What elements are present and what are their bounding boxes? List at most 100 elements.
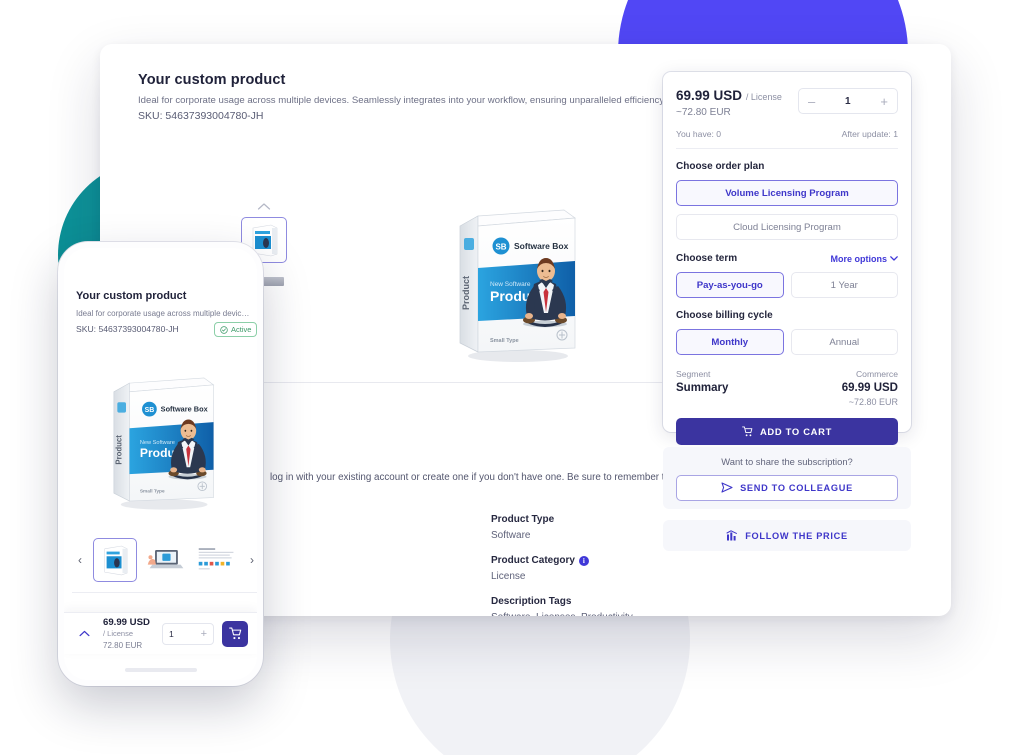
term-option-1year[interactable]: 1 Year	[790, 272, 898, 298]
follow-the-price-label: FOLLOW THE PRICE	[745, 530, 848, 541]
spec-value: Software, Licenses, Productivity	[491, 612, 731, 616]
segment-row: Segment Commerce	[676, 369, 898, 379]
phone-product-description: Ideal for corporate usage across multipl…	[76, 309, 251, 318]
product-sku: SKU: 54637393004780-JH	[138, 110, 264, 122]
svg-text:New Software: New Software	[140, 440, 175, 446]
phone-quantity-value[interactable]: 1	[169, 629, 174, 639]
software-box-illustration: Product SB Software Box New Software Pro…	[113, 377, 215, 510]
carousel-prev-button[interactable]: ‹	[72, 553, 88, 567]
svg-text:Product: Product	[115, 435, 124, 465]
order-plan-heading: Choose order plan	[676, 161, 765, 172]
phone-price-value: 69.99 USD	[103, 617, 150, 628]
more-options-label: More options	[830, 253, 888, 264]
billing-option-monthly[interactable]: Monthly	[676, 329, 784, 355]
phone-price: 69.99 USD / License	[103, 617, 154, 639]
svg-text:Software Box: Software Box	[514, 241, 569, 251]
spec-label-text: Description Tags	[491, 596, 572, 607]
chevron-up-icon	[79, 630, 89, 637]
billing-cycle-heading: Choose billing cycle	[676, 310, 773, 321]
segment-label: Segment	[676, 369, 711, 379]
send-to-colleague-label: SEND TO COLLEAGUE	[740, 482, 853, 493]
spec-row-product-category: Product Category i License	[491, 555, 731, 582]
chevron-down-icon	[890, 256, 898, 261]
phone-home-indicator	[124, 668, 197, 672]
phone-divider	[72, 592, 257, 593]
spec-row-description-tags: Description Tags Software, Licenses, Pro…	[491, 596, 731, 616]
more-options-button[interactable]: More options	[831, 254, 899, 264]
phone-price-unit: / License	[103, 629, 134, 638]
document-thumb-icon	[198, 548, 234, 570]
svg-text:Small Type: Small Type	[490, 338, 519, 344]
phone-quantity-increment-button[interactable]: +	[201, 628, 207, 640]
page-title: Your custom product	[138, 72, 286, 88]
summary-label: Summary	[676, 382, 729, 394]
svg-text:Product: Product	[461, 276, 471, 310]
phone-product-hero-image: Product SB Software Box New Software Pro…	[100, 360, 230, 525]
after-update-label: After update: 1	[841, 129, 898, 139]
summary-eur: ~72.80 EUR	[848, 397, 898, 407]
cart-icon	[228, 627, 241, 640]
collapse-chevron-up-icon[interactable]	[73, 623, 95, 645]
term-options: Pay-as-you-go 1 Year	[676, 272, 898, 298]
spec-label-text: Product Type	[491, 514, 555, 525]
follow-the-price-button[interactable]: FOLLOW THE PRICE	[663, 520, 911, 551]
carousel-next-button[interactable]: ›	[244, 553, 257, 567]
phone-price-eur: 72.80 EUR	[103, 641, 143, 650]
cart-icon	[742, 426, 753, 437]
billing-cycle-options: Monthly Annual	[676, 329, 898, 355]
check-circle-icon	[220, 325, 228, 334]
svg-text:SB: SB	[145, 407, 155, 414]
quantity-increment-button[interactable]: +	[880, 95, 888, 108]
order-plan-option-volume[interactable]: Volume Licensing Program	[676, 180, 898, 206]
spec-label-text: Product Category	[491, 555, 575, 566]
info-icon[interactable]: i	[578, 555, 589, 566]
phone-product-sku: SKU: 54637393004780-JH	[76, 324, 179, 334]
unit-price: 69.99 USD / License	[676, 88, 782, 103]
product-hero-image: Product SB Software Box New Software Pro…	[444, 202, 594, 367]
phone-status-label: Active	[231, 325, 252, 334]
panel-divider	[676, 148, 898, 149]
phone-status-badge: Active	[214, 322, 257, 337]
term-option-payg[interactable]: Pay-as-you-go	[676, 272, 784, 298]
phone-price-block: 69.99 USD / License 72.80 EUR	[103, 617, 154, 650]
quantity-value[interactable]: 1	[845, 96, 851, 107]
phone-gallery-carousel: ‹ ›	[72, 536, 257, 584]
share-question: Want to share the subscription?	[721, 455, 853, 467]
add-to-cart-button[interactable]: ADD TO CART	[676, 418, 898, 445]
chevron-up-icon[interactable]	[257, 202, 271, 211]
svg-text:Small Type: Small Type	[140, 488, 165, 494]
phone-add-to-cart-button[interactable]	[222, 620, 248, 647]
mobile-phone-mockup: Your custom product Ideal for corporate …	[58, 242, 263, 686]
unit-price-unit: / License	[745, 92, 782, 102]
summary-value: 69.99 USD	[841, 382, 898, 394]
ownership-row: You have: 0 After update: 1	[676, 129, 898, 139]
send-to-colleague-button[interactable]: SEND TO COLLEAGUE	[676, 474, 898, 501]
phone-sticky-purchase-bar: 69.99 USD / License 72.80 EUR 1 +	[64, 612, 257, 654]
svg-text:New Software: New Software	[490, 281, 531, 288]
product-description: Ideal for corporate usage across multipl…	[138, 95, 698, 106]
carousel-thumbnail-1[interactable]	[93, 538, 137, 582]
spec-value: License	[491, 571, 526, 582]
spec-label: Product Category i	[491, 555, 731, 566]
carousel-thumbnail-2[interactable]	[144, 538, 188, 582]
software-box-illustration: Product SB Software Box New Software Pro…	[459, 209, 576, 362]
unit-price-value: 69.99 USD	[676, 88, 743, 103]
send-icon	[721, 482, 733, 493]
laptop-thumb-icon	[147, 549, 184, 569]
quantity-decrement-button[interactable]: –	[808, 95, 815, 108]
billing-option-annual[interactable]: Annual	[790, 329, 898, 355]
order-plan-option-cloud[interactable]: Cloud Licensing Program	[676, 214, 898, 240]
term-heading-row: Choose term More options	[676, 253, 898, 264]
quantity-stepper[interactable]: – 1 +	[798, 88, 898, 114]
price-tracker-icon	[726, 529, 738, 540]
carousel-thumbnail-3[interactable]	[195, 538, 239, 582]
share-subscription-card: Want to share the subscription? SEND TO …	[663, 447, 911, 509]
phone-quantity-stepper[interactable]: 1 +	[162, 622, 214, 645]
term-heading: Choose term	[676, 253, 738, 264]
add-to-cart-label: ADD TO CART	[759, 426, 833, 437]
phone-screen: Your custom product Ideal for corporate …	[64, 248, 257, 680]
phone-page-title: Your custom product	[76, 290, 187, 302]
page-root: Your custom product Ideal for corporate …	[0, 0, 1024, 755]
svg-text:Software Box: Software Box	[161, 405, 209, 414]
spec-label: Description Tags	[491, 596, 731, 607]
